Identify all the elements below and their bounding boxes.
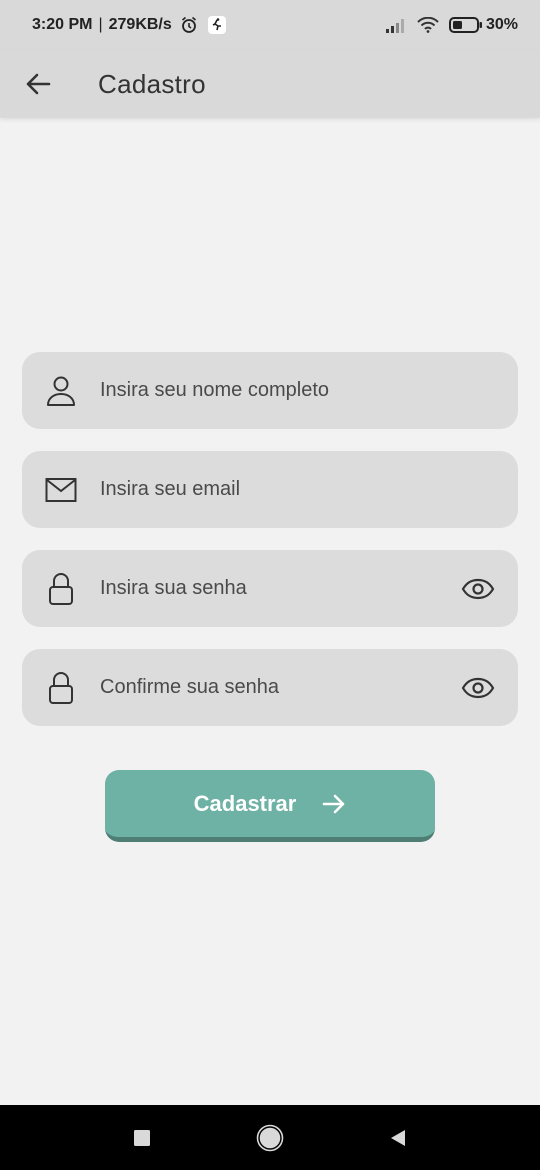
envelope-icon	[44, 473, 78, 507]
page-title: Cadastro	[98, 68, 206, 99]
arrow-right-icon	[322, 793, 346, 815]
status-speed: 279KB/s	[108, 16, 172, 33]
password-field[interactable]	[22, 550, 518, 627]
arrow-left-icon	[25, 72, 51, 96]
confirm-password-field[interactable]	[22, 649, 518, 726]
battery-icon: 30%	[448, 16, 518, 34]
eye-icon[interactable]	[460, 670, 496, 706]
email-field[interactable]	[22, 451, 518, 528]
status-left: 3:20 PM | 279KB/s	[32, 16, 226, 34]
back-triangle-icon[interactable]	[378, 1118, 418, 1158]
password-input[interactable]	[98, 567, 460, 610]
register-button[interactable]: Cadastrar	[105, 770, 435, 842]
app-bar: Cadastro	[0, 50, 540, 118]
battery-level: 30%	[485, 16, 518, 33]
lock-icon	[44, 671, 78, 705]
name-input[interactable]	[98, 369, 518, 412]
system-nav-bar	[0, 1105, 540, 1170]
email-input[interactable]	[98, 468, 518, 511]
status-right: 30%	[385, 16, 518, 34]
lock-icon	[44, 572, 78, 606]
status-separator: |	[98, 16, 103, 33]
home-circle-icon[interactable]	[250, 1118, 290, 1158]
signal-icon	[385, 17, 407, 33]
recents-square-icon[interactable]	[122, 1118, 162, 1158]
status-time: 3:20 PM	[32, 16, 93, 33]
runner-icon	[207, 16, 226, 34]
name-field[interactable]	[22, 352, 518, 429]
eye-icon[interactable]	[460, 571, 496, 607]
status-bar: 3:20 PM | 279KB/s 30%	[0, 0, 540, 50]
register-button-label: Cadastrar	[193, 790, 297, 816]
person-icon	[44, 374, 78, 408]
wifi-icon	[417, 17, 439, 33]
back-button[interactable]	[18, 64, 58, 104]
confirm-password-input[interactable]	[98, 666, 460, 709]
alarm-icon	[180, 16, 198, 34]
